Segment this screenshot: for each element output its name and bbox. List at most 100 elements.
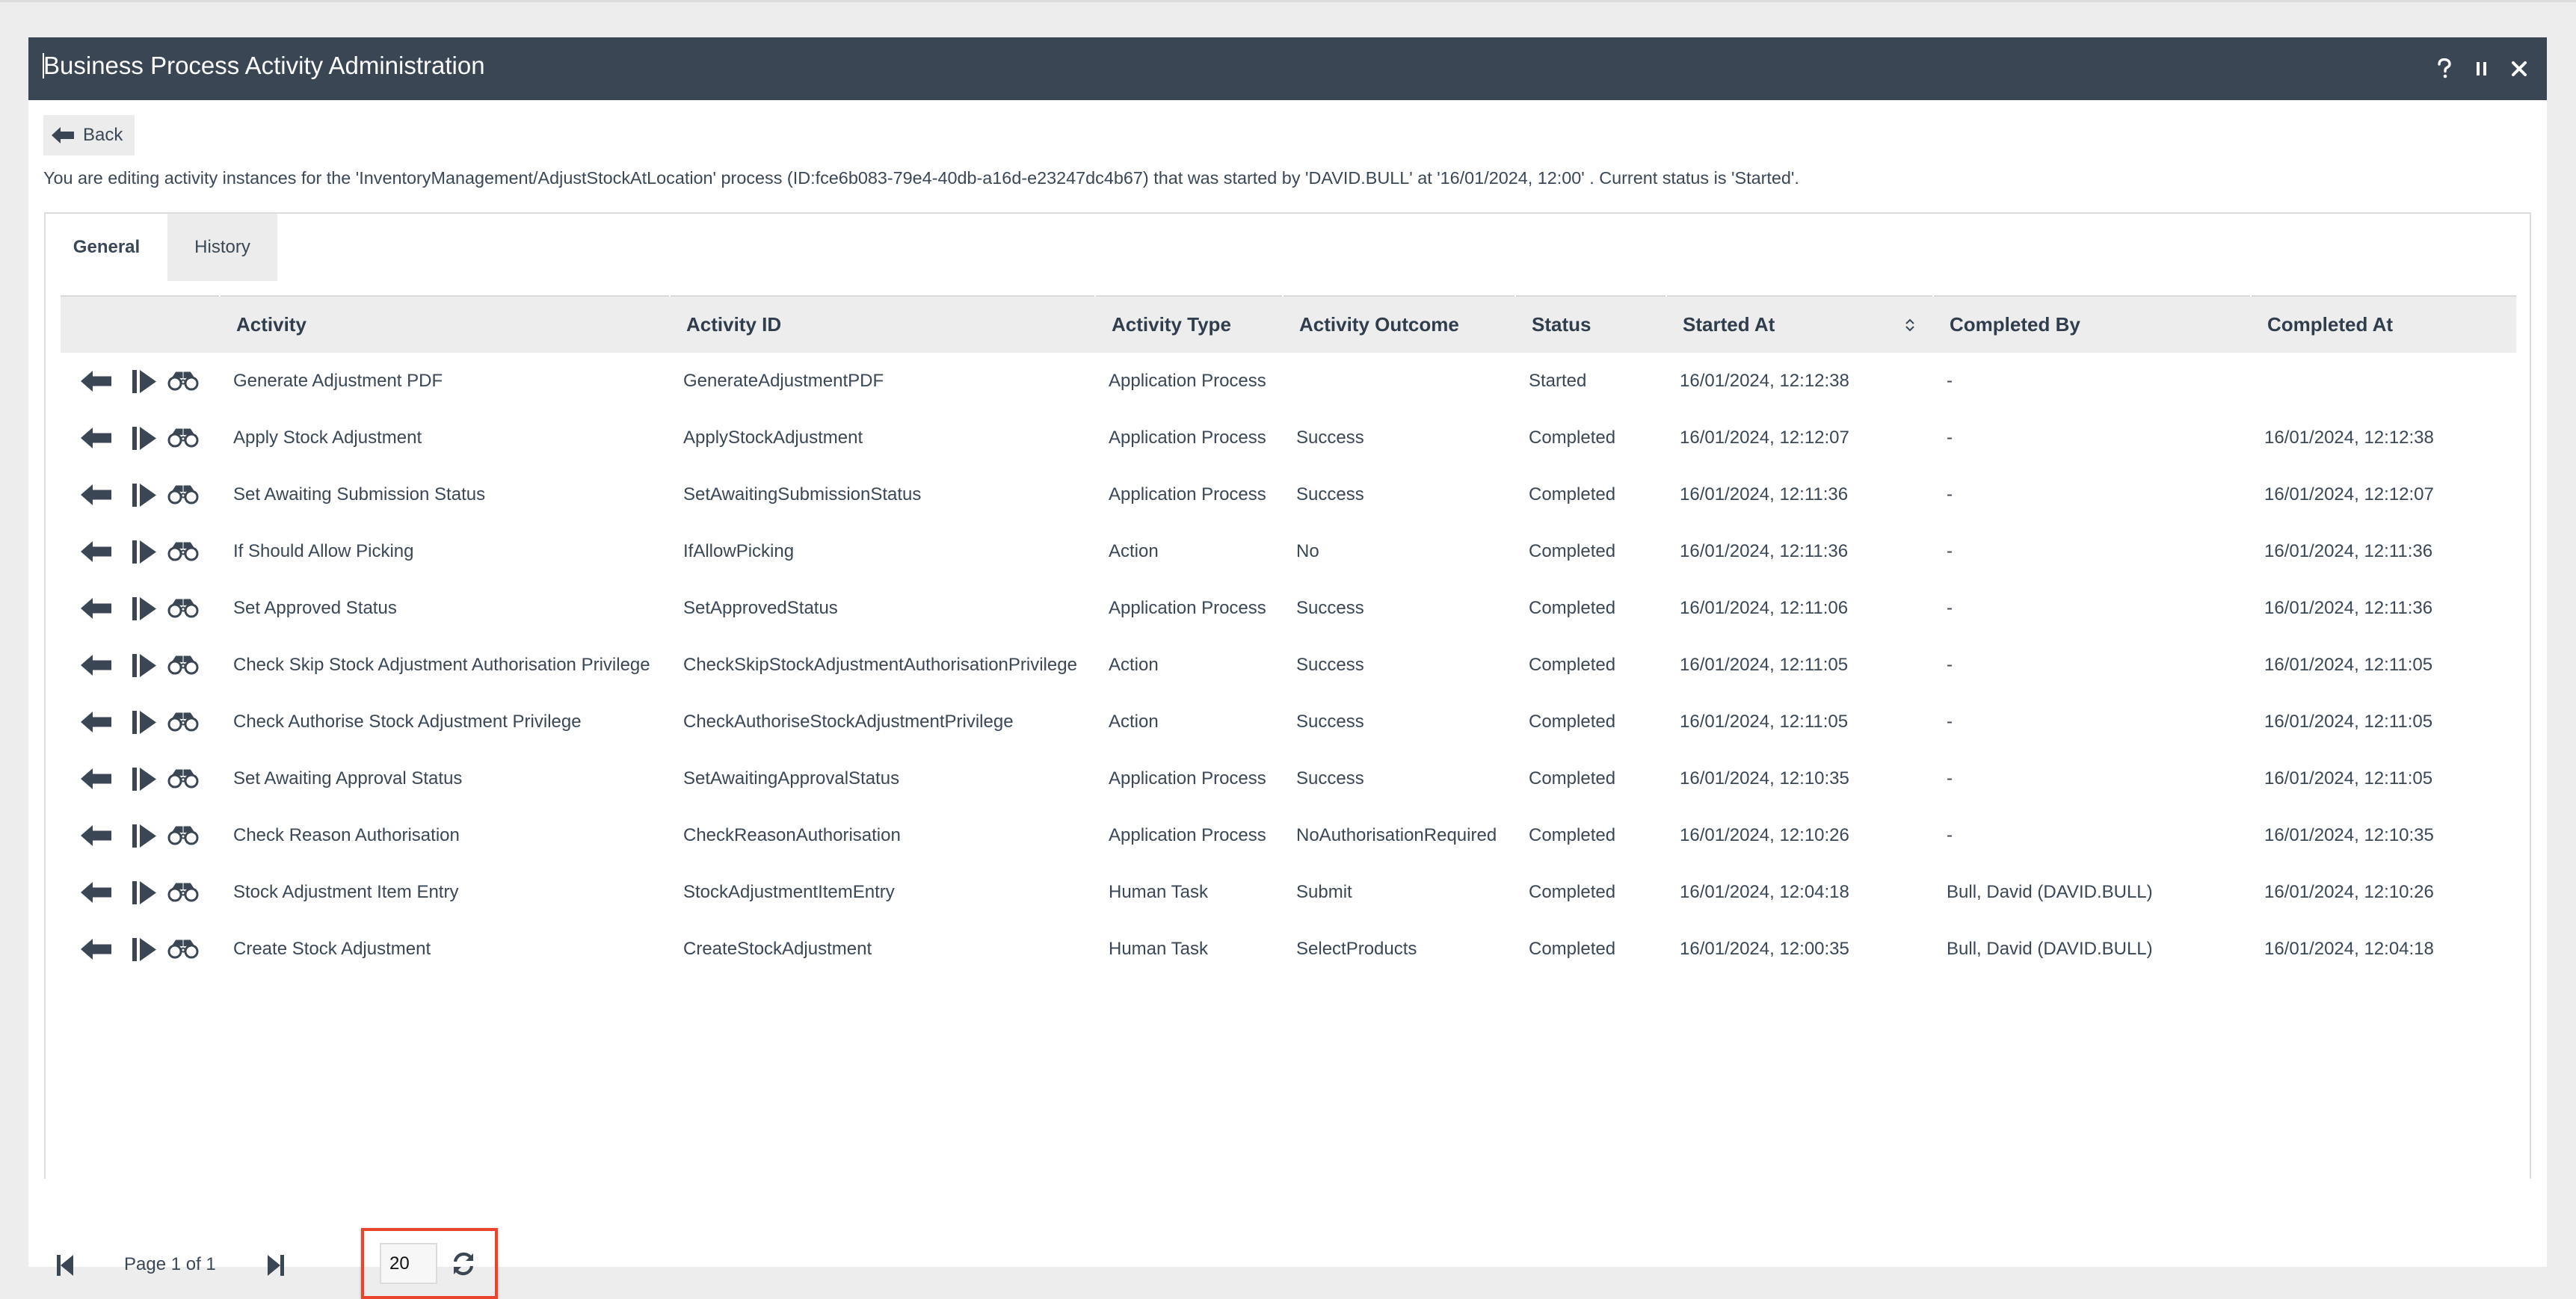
step-forward-icon[interactable]: [132, 540, 156, 564]
close-button[interactable]: [2500, 50, 2538, 87]
completed-by-cell: -: [1947, 825, 1953, 845]
activity-id-cell: ApplyStockAdjustment: [683, 428, 863, 448]
arrow-left-icon[interactable]: [81, 371, 111, 392]
back-button[interactable]: Back: [43, 115, 135, 155]
arrow-left-icon[interactable]: [81, 428, 111, 448]
binoculars-icon[interactable]: [167, 939, 199, 959]
arrow-left-icon[interactable]: [81, 655, 111, 676]
pause-button[interactable]: [2463, 50, 2500, 87]
activity-type-cell: Human Task: [1109, 939, 1208, 959]
column-header-actions: [61, 297, 219, 353]
last-page-icon[interactable]: [266, 1254, 286, 1277]
column-header-started-at[interactable]: Started At: [1666, 295, 1932, 353]
table-row[interactable]: Generate Adjustment PDF GenerateAdjustmen…: [61, 353, 2516, 410]
status-cell: Started: [1529, 371, 1587, 391]
step-forward-icon[interactable]: [132, 767, 156, 791]
column-header-status[interactable]: Status: [1515, 295, 1666, 353]
table-row[interactable]: Check Reason Authorisation CheckReasonAut…: [61, 807, 2516, 864]
activity-cell: Generate Adjustment PDF: [233, 371, 443, 391]
binoculars-icon[interactable]: [167, 542, 199, 561]
table-row[interactable]: Apply Stock Adjustment ApplyStockAdjustme…: [61, 410, 2516, 466]
arrow-left-icon[interactable]: [81, 598, 111, 619]
activity-admin-window: Business Process Activity Administration: [28, 37, 2547, 1299]
table-row[interactable]: Check Skip Stock Adjustment Authorisatio…: [61, 637, 2516, 694]
row-actions: [61, 880, 219, 904]
completed-at-cell: 16/01/2024, 12:11:05: [2264, 768, 2433, 789]
process-description: You are editing activity instances for t…: [43, 168, 1799, 188]
arrow-left-icon[interactable]: [81, 882, 111, 903]
table-header: Activity Activity ID Activity Type Activ…: [61, 295, 2516, 353]
arrow-left-icon[interactable]: [81, 484, 111, 505]
table-row[interactable]: Stock Adjustment Item Entry StockAdjustme…: [61, 864, 2516, 921]
status-cell: Completed: [1529, 768, 1616, 789]
arrow-left-icon[interactable]: [81, 825, 111, 846]
arrow-left-icon[interactable]: [81, 541, 111, 562]
tab-strip: General History: [46, 214, 277, 281]
started-at-cell: 16/01/2024, 12:10:26: [1680, 825, 1849, 845]
row-actions: [61, 767, 219, 791]
column-header-completed-at[interactable]: Completed At: [2250, 295, 2516, 353]
sort-icon[interactable]: [1904, 316, 1916, 334]
column-header-activity[interactable]: Activity: [219, 295, 669, 353]
binoculars-icon[interactable]: [167, 883, 199, 902]
binoculars-icon[interactable]: [167, 599, 199, 618]
step-forward-icon[interactable]: [132, 653, 156, 677]
step-forward-icon[interactable]: [132, 426, 156, 450]
binoculars-icon[interactable]: [167, 655, 199, 675]
arrow-left-icon[interactable]: [81, 939, 111, 960]
activity-id-cell: CreateStockAdjustment: [683, 939, 872, 959]
step-forward-icon[interactable]: [132, 880, 156, 904]
binoculars-icon[interactable]: [167, 485, 199, 505]
column-header-activity-type[interactable]: Activity Type: [1094, 295, 1282, 353]
step-forward-icon[interactable]: [132, 824, 156, 848]
step-forward-icon[interactable]: [132, 369, 156, 393]
first-page-icon[interactable]: [55, 1254, 75, 1277]
help-button[interactable]: [2426, 50, 2463, 87]
activity-type-cell: Application Process: [1109, 484, 1266, 505]
step-forward-icon[interactable]: [132, 710, 156, 734]
back-label: Back: [83, 125, 123, 145]
binoculars-icon[interactable]: [167, 428, 199, 448]
started-at-label: Started At: [1683, 313, 1775, 336]
binoculars-icon[interactable]: [167, 712, 199, 732]
column-header-completed-by[interactable]: Completed By: [1932, 295, 2250, 353]
activity-outcome-cell: Success: [1296, 428, 1364, 448]
page-size-input[interactable]: [380, 1243, 437, 1284]
column-header-activity-outcome[interactable]: Activity Outcome: [1282, 295, 1515, 353]
step-forward-icon[interactable]: [132, 937, 156, 961]
completed-by-cell: -: [1947, 598, 1953, 618]
activity-outcome-cell: Success: [1296, 768, 1364, 789]
table-row[interactable]: Set Awaiting Approval Status SetAwaitingA…: [61, 750, 2516, 807]
status-cell: Completed: [1529, 882, 1616, 902]
table-row[interactable]: If Should Allow Picking IfAllowPicking Act…: [61, 523, 2516, 580]
activity-type-cell: Action: [1109, 541, 1159, 561]
close-icon: [2512, 61, 2527, 76]
completed-at-cell: 16/01/2024, 12:10:26: [2264, 882, 2434, 902]
tab-history[interactable]: History: [167, 214, 277, 281]
step-forward-icon[interactable]: [132, 483, 156, 507]
column-header-activity-id[interactable]: Activity ID: [669, 295, 1094, 353]
refresh-icon[interactable]: [451, 1250, 476, 1277]
page-indicator: Page 1 of 1: [124, 1254, 216, 1274]
table-row[interactable]: Check Authorise Stock Adjustment Privile…: [61, 694, 2516, 750]
title-actions: [2426, 37, 2538, 100]
table-row[interactable]: Set Awaiting Submission Status SetAwaitin…: [61, 466, 2516, 523]
activity-cell: Apply Stock Adjustment: [233, 428, 422, 448]
binoculars-icon[interactable]: [167, 826, 199, 845]
tab-general[interactable]: General: [46, 214, 167, 281]
arrow-left-icon[interactable]: [81, 712, 111, 732]
arrow-left-icon[interactable]: [81, 768, 111, 789]
question-icon: [2438, 58, 2451, 78]
top-edge: [0, 0, 2576, 2]
activity-outcome-cell: Submit: [1296, 882, 1352, 902]
binoculars-icon[interactable]: [167, 769, 199, 789]
activity-table: Activity Activity ID Activity Type Activ…: [61, 295, 2516, 978]
started-at-cell: 16/01/2024, 12:00:35: [1680, 939, 1849, 959]
binoculars-icon[interactable]: [167, 371, 199, 391]
started-at-cell: 16/01/2024, 12:11:05: [1680, 655, 1849, 675]
activity-id-cell: IfAllowPicking: [683, 541, 795, 561]
table-row[interactable]: Create Stock Adjustment CreateStockAdjust…: [61, 921, 2516, 978]
activity-id-cell: SetAwaitingApprovalStatus: [683, 768, 900, 789]
table-row[interactable]: Set Approved Status SetApprovedStatus Appl…: [61, 580, 2516, 637]
step-forward-icon[interactable]: [132, 596, 156, 620]
